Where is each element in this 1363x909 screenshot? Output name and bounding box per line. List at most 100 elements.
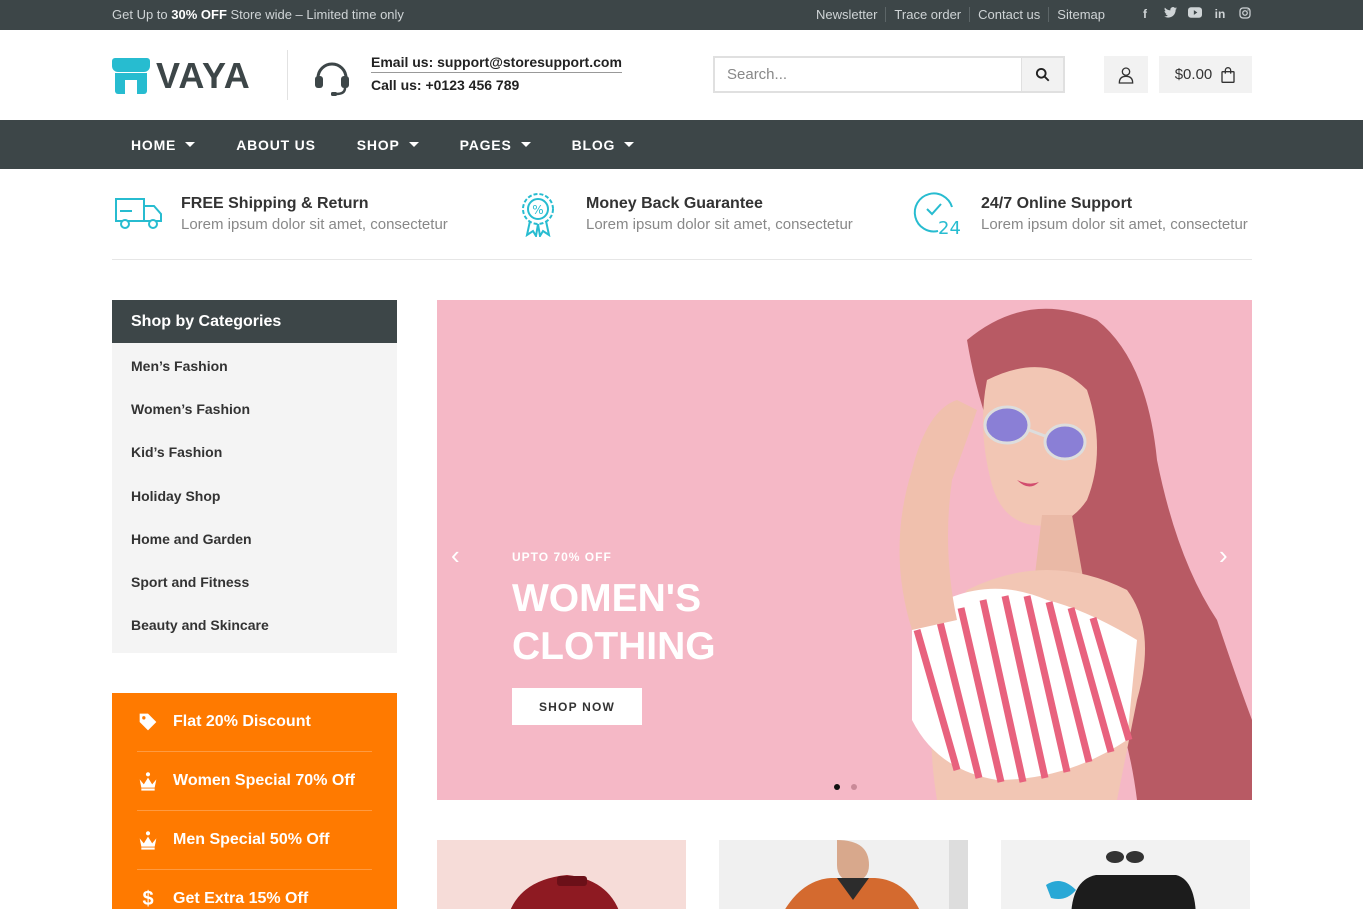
category-item[interactable]: Women’s Fashion [112, 388, 397, 431]
offer-label: Women Special 70% Off [173, 772, 355, 789]
promo-text: Get Up to 30% OFF Store wide – Limited t… [112, 7, 404, 22]
youtube-icon[interactable] [1188, 7, 1202, 22]
feature-title: Money Back Guarantee [586, 195, 763, 212]
social-links: f in [1138, 7, 1252, 22]
instagram-icon[interactable] [1238, 7, 1252, 22]
nav-blog-label: BLOG [571, 136, 616, 153]
headset-icon [315, 62, 349, 96]
caret-down-icon [520, 142, 531, 147]
cart-total: $0.00 [1174, 66, 1213, 83]
category-item[interactable]: Home and Garden [112, 518, 397, 561]
badge-percent-icon: % [522, 193, 554, 237]
hero-slider: UPTO 70% OFF WOMEN'S CLOTHING SHOP NOW ‹… [437, 300, 1252, 800]
banner-subtitle: UPTO 70% OFF [512, 550, 612, 564]
logo-text: VAYA [156, 55, 251, 96]
twitter-icon[interactable] [1163, 7, 1177, 22]
top-bar: Get Up to 30% OFF Store wide – Limited t… [0, 0, 1363, 30]
top-links: Newsletter Trace order Contact us Sitema… [808, 7, 1113, 22]
features-strip: FREE Shipping & Return Lorem ipsum dolor… [112, 185, 1252, 260]
nav-shop-label: SHOP [356, 136, 400, 153]
shopping-bag-icon [1221, 66, 1235, 83]
category-item[interactable]: Sport and Fitness [112, 561, 397, 604]
crown-icon [137, 771, 159, 791]
contact-info: Email us: support@storesupport.com Call … [371, 54, 622, 93]
chevron-right-icon[interactable]: › [1219, 540, 1228, 571]
nav-shop[interactable]: SHOP [357, 137, 419, 153]
feature-desc: Lorem ipsum dolor sit amet, consectetur [181, 216, 448, 233]
feature-money-back: % Money Back Guarantee Lorem ipsum dolor… [517, 189, 853, 237]
caret-down-icon [408, 142, 419, 147]
header-divider [287, 50, 288, 100]
feature-desc: Lorem ipsum dolor sit amet, consectetur [981, 216, 1248, 233]
sitemap-link[interactable]: Sitemap [1048, 7, 1113, 22]
feature-title: 24/7 Online Support [981, 195, 1133, 212]
store-icon [112, 58, 150, 94]
site-logo[interactable]: VAYA [112, 55, 251, 97]
search-bar [713, 56, 1065, 93]
category-item[interactable]: Beauty and Skincare [112, 604, 397, 647]
offer-item[interactable]: $ Get Extra 15% Off [137, 870, 372, 909]
chevron-left-icon[interactable]: ‹ [451, 540, 460, 571]
feature-desc: Lorem ipsum dolor sit amet, consectetur [586, 216, 853, 233]
caret-down-icon [624, 142, 635, 147]
linkedin-icon[interactable]: in [1213, 7, 1227, 22]
contact-us-link[interactable]: Contact us [969, 7, 1048, 22]
category-item[interactable]: Kid’s Fashion [112, 431, 397, 474]
promo-suffix: Store wide – Limited time only [230, 7, 404, 22]
support-24-icon: 24 [913, 192, 961, 237]
nav-about-label: ABOUT US [236, 136, 316, 153]
nav-about-us[interactable]: ABOUT US [236, 137, 316, 153]
slider-dots [834, 784, 857, 790]
model-photo [899, 308, 1252, 800]
slider-dot-2[interactable] [851, 784, 857, 790]
nav-blog[interactable]: BLOG [572, 137, 635, 153]
shop-now-button[interactable]: SHOP NOW [512, 688, 642, 725]
slider-dot-1[interactable] [834, 784, 840, 790]
banner-title: WOMEN'S CLOTHING [512, 577, 716, 668]
offer-item[interactable]: Women Special 70% Off [137, 752, 372, 811]
crown-icon [137, 830, 159, 850]
cart-button[interactable]: $0.00 [1159, 56, 1252, 93]
promo-prefix: Get Up to [112, 7, 168, 22]
search-button[interactable] [1021, 58, 1063, 91]
search-icon [1035, 67, 1050, 82]
category-item[interactable]: Holiday Shop [112, 475, 397, 518]
category-item[interactable]: Men’s Fashion [112, 345, 397, 388]
categories-heading: Shop by Categories [112, 300, 397, 343]
account-button[interactable] [1104, 56, 1148, 93]
main-nav: HOME ABOUT US SHOP PAGES BLOG [0, 120, 1363, 169]
dollar-icon: $ [142, 887, 154, 909]
caret-down-icon [185, 142, 196, 147]
search-input[interactable] [715, 58, 1021, 91]
nav-home-label: HOME [131, 136, 177, 153]
offer-item[interactable]: Men Special 50% Off [137, 811, 372, 870]
nav-home[interactable]: HOME [131, 136, 196, 153]
product-thumb[interactable] [719, 840, 968, 909]
trace-order-link[interactable]: Trace order [885, 7, 969, 22]
nav-pages-label: PAGES [459, 136, 512, 153]
product-image [510, 875, 619, 909]
tag-icon [137, 712, 159, 732]
promo-highlight: 30% OFF [171, 7, 227, 22]
offer-label: Get Extra 15% Off [173, 890, 309, 907]
feature-support: 24 24/7 Online Support Lorem ipsum dolor… [912, 189, 1248, 237]
feature-title: FREE Shipping & Return [181, 195, 369, 212]
product-thumb[interactable] [437, 840, 686, 909]
contact-phone: Call us: +0123 456 789 [371, 77, 520, 93]
facebook-icon[interactable]: f [1138, 7, 1152, 22]
offer-label: Flat 20% Discount [173, 713, 311, 730]
categories-list: Men’s Fashion Women’s Fashion Kid’s Fash… [112, 343, 397, 653]
svg-text:%: % [532, 203, 543, 217]
newsletter-link[interactable]: Newsletter [808, 7, 885, 22]
product-image [785, 840, 968, 909]
truck-icon [115, 198, 162, 229]
contact-email[interactable]: Email us: support@storesupport.com [371, 54, 622, 73]
feature-shipping: FREE Shipping & Return Lorem ipsum dolor… [112, 189, 448, 237]
user-icon [1118, 66, 1134, 84]
svg-text:24: 24 [938, 218, 961, 237]
product-thumb[interactable] [1001, 840, 1250, 909]
offers-box: Flat 20% Discount Women Special 70% Off … [112, 693, 397, 909]
nav-pages[interactable]: PAGES [460, 137, 531, 153]
offer-item[interactable]: Flat 20% Discount [137, 693, 372, 752]
offer-label: Men Special 50% Off [173, 831, 330, 848]
